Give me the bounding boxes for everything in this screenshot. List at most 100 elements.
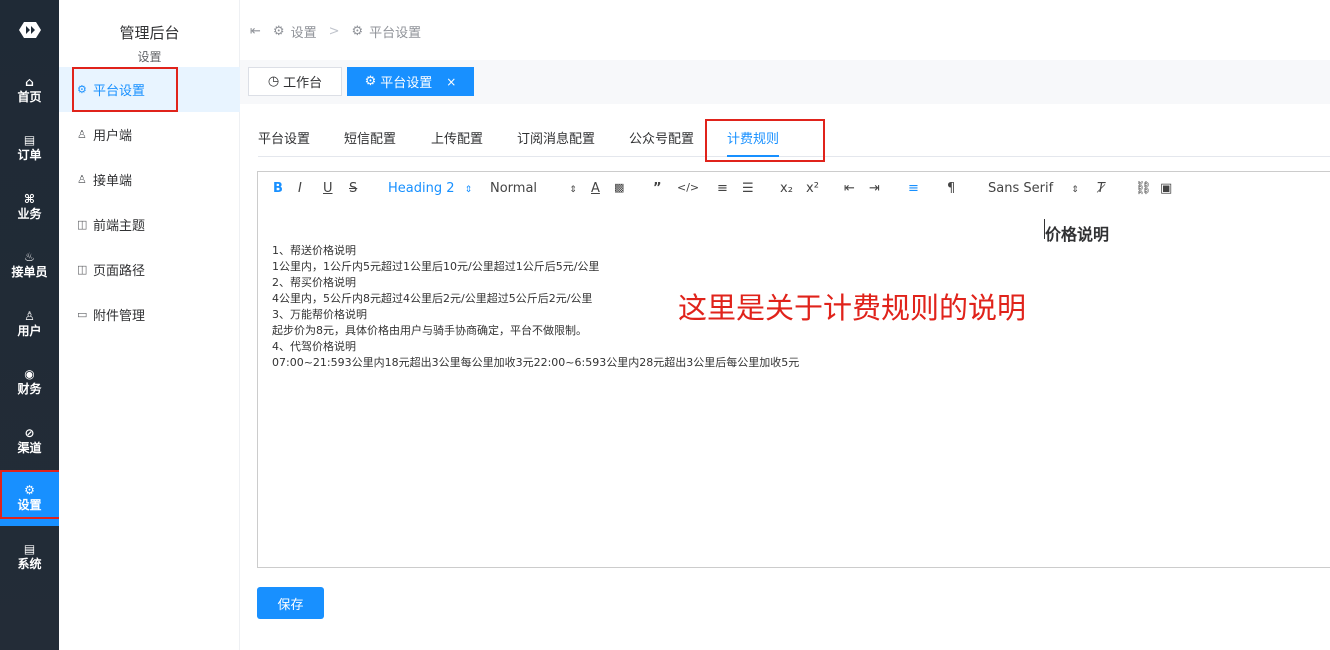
nav-item-label: 渠道: [17, 441, 42, 455]
text-color-icon[interactable]: A: [591, 181, 600, 196]
align-center-icon[interactable]: ≡: [908, 181, 919, 196]
font-value: Sans Serif: [988, 181, 1054, 196]
bullet-list-icon[interactable]: ☰: [742, 181, 754, 196]
tag-label: 平台设置: [380, 76, 433, 91]
superscript-icon[interactable]: x²: [806, 181, 819, 196]
nav-item-finance[interactable]: ◉ 财务: [0, 354, 59, 410]
nav-item-system[interactable]: ▤ 系统: [0, 529, 59, 585]
indent-icon[interactable]: ⇥: [869, 181, 880, 196]
tag-platform-settings[interactable]: ⚙ 平台设置 ×: [347, 67, 474, 96]
submenu-item-user-client[interactable]: ♙ 用户端: [59, 112, 240, 157]
bike-icon: ♨: [24, 250, 35, 264]
tab-billing-rules[interactable]: 计费规则: [727, 128, 779, 147]
clear-format-icon[interactable]: T̷: [1097, 181, 1105, 196]
nav-item-label: 设置: [17, 498, 42, 512]
submenu-item-label: 用户端: [93, 129, 133, 144]
italic-button[interactable]: I: [298, 181, 302, 196]
tag-dashboard[interactable]: ◷ 工作台: [248, 67, 342, 96]
nav-item-label: 财务: [17, 382, 42, 396]
code-icon[interactable]: </>: [677, 181, 699, 194]
breadcrumb: ⇤ ⚙ 设置 > ⚙ 平台设置: [250, 22, 421, 41]
submenu-item-label: 附件管理: [93, 309, 146, 324]
strike-button[interactable]: S: [349, 181, 357, 196]
editor-toolbar: B I U S Heading 2 ⇕ Normal ⇕ A ▩ ” </> ≡…: [257, 171, 1330, 208]
ordered-list-icon[interactable]: ≡: [717, 181, 728, 196]
order-icon: ▤: [23, 133, 36, 147]
heading-value: Heading 2: [388, 181, 455, 196]
nav-item-users[interactable]: ♙ 用户: [0, 296, 59, 352]
nav-item-business[interactable]: ⌘ 业务: [0, 179, 59, 235]
submenu-item-label: 接单端: [93, 174, 133, 189]
submenu-item-platform-settings[interactable]: ⚙ 平台设置: [59, 67, 240, 112]
nav-item-channels[interactable]: ⊘ 渠道: [0, 413, 59, 469]
tab-upload-config[interactable]: 上传配置: [431, 128, 483, 147]
select-arrows-icon: ⇕: [569, 185, 577, 195]
user-icon: ♙: [24, 309, 35, 323]
coin-icon: ◉: [24, 367, 35, 381]
size-select[interactable]: Normal ⇕: [490, 181, 577, 196]
editor-line: 4、代驾价格说明: [272, 340, 356, 353]
main-nav: ⌂ 首页 ▤ 订单 ⌘ 业务 ♨ 接单员 ♙ 用户 ◉ 财务 ⊘ 渠道 ⚙ 设置: [0, 0, 59, 650]
system-icon: ▤: [23, 542, 36, 556]
gear-icon: ⚙: [272, 24, 285, 39]
submenu-item-attachments[interactable]: ▭ 附件管理: [59, 292, 240, 337]
sub-menu: 管理后台 设置 ⚙ 平台设置 ♙ 用户端 ♙ 接单端 ◫ 前端主题 ◫ 页面路径…: [59, 0, 240, 650]
nav-item-riders[interactable]: ♨ 接单员: [0, 237, 59, 293]
layout-icon: ◫: [77, 218, 88, 231]
tag-label: 工作台: [283, 76, 323, 91]
link-icon[interactable]: ⛓: [1135, 181, 1152, 196]
outdent-icon[interactable]: ⇤: [844, 181, 855, 196]
editor-heading: 价格说明: [1045, 225, 1110, 244]
gear-icon: ⚙: [364, 74, 377, 89]
size-value: Normal: [490, 181, 538, 196]
nav-item-label: 订单: [17, 148, 42, 162]
home-icon: ⌂: [25, 75, 34, 89]
tab-platform-settings[interactable]: 平台设置: [258, 128, 310, 147]
tags-bar: ◷ 工作台 ⚙ 平台设置 ×: [240, 60, 1330, 104]
nav-item-label: 首页: [17, 90, 42, 104]
nav-item-settings[interactable]: ⚙ 设置: [0, 470, 59, 526]
submenu-item-label: 前端主题: [93, 219, 146, 234]
nav-item-label: 业务: [17, 207, 42, 221]
submenu-item-page-path[interactable]: ◫ 页面路径: [59, 247, 240, 292]
active-tab-indicator: [727, 155, 779, 157]
layout-icon: ◫: [77, 263, 88, 276]
editor-line: 1、帮送价格说明: [272, 244, 356, 257]
close-icon[interactable]: ×: [446, 75, 456, 89]
tab-subscribe-message-config[interactable]: 订阅消息配置: [517, 128, 595, 147]
image-icon[interactable]: ▣: [1160, 181, 1172, 196]
text-direction-icon[interactable]: ¶: [947, 181, 955, 196]
annotation-text: 这里是关于计费规则的说明: [678, 291, 1027, 325]
collapse-menu-icon[interactable]: ⇤: [250, 24, 261, 39]
breadcrumb-root[interactable]: 设置: [291, 22, 317, 41]
gear-icon: ⚙: [24, 483, 35, 497]
user-icon: ♙: [77, 128, 87, 141]
select-arrows-icon: ⇕: [464, 185, 473, 195]
font-select[interactable]: Sans Serif ⇕: [988, 181, 1079, 196]
select-arrows-icon: ⇕: [1071, 185, 1079, 195]
nav-item-label: 用户: [17, 324, 42, 338]
background-color-icon[interactable]: ▩: [614, 181, 624, 194]
save-button[interactable]: 保存: [257, 587, 324, 619]
underline-button[interactable]: U: [323, 181, 333, 196]
subscript-icon[interactable]: x₂: [780, 181, 793, 196]
user-icon: ♙: [77, 173, 87, 186]
submenu-item-label: 页面路径: [93, 264, 146, 279]
app-logo: [0, 0, 59, 60]
heading-select[interactable]: Heading 2 ⇕: [388, 181, 472, 196]
submenu-item-theme[interactable]: ◫ 前端主题: [59, 202, 240, 247]
nav-item-orders[interactable]: ▤ 订单: [0, 120, 59, 176]
submenu-item-rider-client[interactable]: ♙ 接单端: [59, 157, 240, 202]
breadcrumb-current: 平台设置: [369, 26, 422, 41]
tab-official-account-config[interactable]: 公众号配置: [629, 128, 694, 147]
gear-icon: ⚙: [77, 83, 87, 96]
nav-item-home[interactable]: ⌂ 首页: [0, 62, 59, 118]
editor-line: 1公里内，1公斤内5元超过1公里后10元/公里超过1公斤后5元/公里: [272, 260, 600, 273]
nav-item-label: 系统: [17, 557, 42, 571]
blockquote-icon[interactable]: ”: [653, 181, 662, 196]
folder-icon: ▭: [77, 308, 88, 321]
submenu-subtitle: 设置: [137, 50, 162, 64]
tab-sms-config[interactable]: 短信配置: [344, 128, 396, 147]
submenu-item-label: 平台设置: [93, 84, 146, 99]
bold-button[interactable]: B: [273, 181, 283, 196]
